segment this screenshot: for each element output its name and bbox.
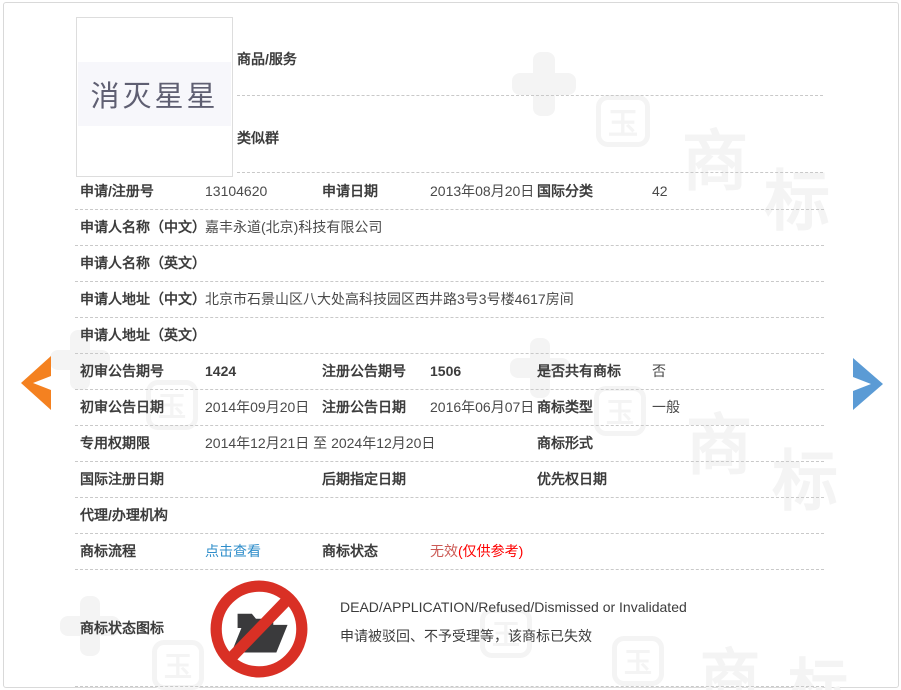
field-value: 嘉丰永道(北京)科技有限公司 (205, 210, 382, 245)
table-row: 申请人地址（中文） 北京市石景山区八大处高科技园区西井路3号3号楼4617房间 (75, 282, 824, 318)
field-label: 代理/办理机构 (80, 498, 168, 533)
table-row: 商标流程 点击查看 商标状态 无效(仅供参考) (75, 534, 824, 570)
field-label: 国际分类 (537, 174, 593, 209)
similar-group-label: 类似群 (237, 128, 279, 148)
trademark-image-strip: 消灭星星 (78, 62, 231, 126)
field-label: 初审公告日期 (80, 390, 164, 425)
field-value: 13104620 (205, 174, 267, 209)
field-label: 是否共有商标 (537, 354, 621, 389)
table-row: 国际注册日期 后期指定日期 优先权日期 (75, 462, 824, 498)
field-label: 商标类型 (537, 390, 593, 425)
field-label: 申请人名称（中文） (80, 210, 206, 245)
field-label: 申请人地址（中文） (80, 282, 206, 317)
field-label: 注册公告期号 (322, 354, 406, 389)
table-row: 代理/办理机构 (75, 498, 824, 534)
detail-table: 申请/注册号 13104620 申请日期 2013年08月20日 国际分类 42… (75, 174, 824, 687)
table-row: 申请人名称（英文） (75, 246, 824, 282)
field-value: 否 (652, 354, 666, 389)
status-reference-note: (仅供参考) (458, 543, 523, 559)
field-label: 申请人名称（英文） (80, 246, 206, 281)
field-label: 优先权日期 (537, 462, 607, 497)
field-label: 申请人地址（英文） (80, 318, 206, 353)
field-label: 申请日期 (322, 174, 378, 209)
table-row: 申请人名称（中文） 嘉丰永道(北京)科技有限公司 (75, 210, 824, 246)
field-label: 国际注册日期 (80, 462, 164, 497)
field-label: 商标形式 (537, 426, 593, 461)
chevron-right-icon[interactable] (852, 358, 886, 410)
status-description-text: 申请被驳回、不予受理等，该商标已失效 (340, 626, 592, 646)
view-process-link[interactable]: 点击查看 (205, 534, 261, 569)
field-value: 2014年12月21日 至 2024年12月20日 (205, 426, 435, 461)
field-value: 42 (652, 174, 668, 209)
status-invalid-text: 无效 (430, 543, 458, 559)
field-label: 商标状态 (322, 534, 378, 569)
field-label: 商标流程 (80, 534, 136, 569)
trademark-name-text: 消灭星星 (90, 73, 218, 115)
trademark-image: 消灭星星 (76, 17, 233, 177)
trademark-detail-page: 玉 商 标 玉 玉 商 标 玉 玉 玉 商 标 消灭星星 商品/服务 类似群 申… (0, 0, 901, 690)
table-row: 专用权期限 2014年12月21日 至 2024年12月20日 商标形式 (75, 426, 824, 462)
table-row: 初审公告期号 1424 注册公告期号 1506 是否共有商标 否 (75, 354, 824, 390)
chevron-left-icon[interactable] (18, 356, 52, 410)
field-label: 注册公告日期 (322, 390, 406, 425)
table-row: 商标状态图标 DEAD/APPLICATION/Refused/Dismisse… (75, 570, 824, 687)
field-value: 2013年08月20日 (430, 174, 534, 209)
field-value: 1506 (430, 354, 461, 389)
field-value: 1424 (205, 354, 236, 389)
divider (237, 95, 823, 96)
table-row: 初审公告日期 2014年09月20日 注册公告日期 2016年06月07日 商标… (75, 390, 824, 426)
field-label: 商标状态图标 (80, 570, 164, 686)
table-row: 申请人地址（英文） (75, 318, 824, 354)
goods-services-label: 商品/服务 (237, 49, 297, 69)
status-title-text: DEAD/APPLICATION/Refused/Dismissed or In… (340, 597, 687, 617)
divider (237, 172, 823, 173)
no-open-folder-icon (208, 578, 310, 680)
trademark-status-value: 无效(仅供参考) (430, 534, 523, 569)
field-label: 专用权期限 (80, 426, 150, 461)
field-value: 2014年09月20日 (205, 390, 309, 425)
field-value: 2016年06月07日 (430, 390, 534, 425)
field-label: 初审公告期号 (80, 354, 164, 389)
table-row: 申请/注册号 13104620 申请日期 2013年08月20日 国际分类 42 (75, 174, 824, 210)
field-label: 申请/注册号 (80, 174, 154, 209)
field-label: 后期指定日期 (322, 462, 406, 497)
field-value: 一般 (652, 390, 680, 425)
field-value: 北京市石景山区八大处高科技园区西井路3号3号楼4617房间 (205, 282, 574, 317)
